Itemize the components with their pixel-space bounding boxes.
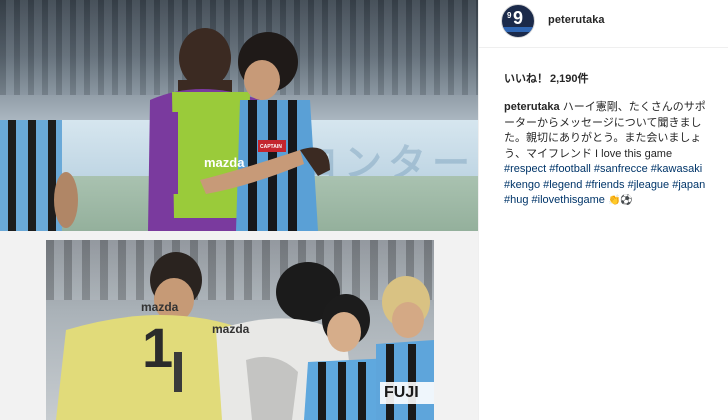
- hashtag-friends[interactable]: #friends: [585, 179, 624, 191]
- hashtag-respect[interactable]: #respect: [504, 163, 546, 175]
- hashtag-jleague[interactable]: #jleague: [628, 179, 670, 191]
- caption-username-link[interactable]: peterutaka: [504, 101, 560, 113]
- avatar[interactable]: 9 9: [501, 4, 535, 38]
- caption: peterutaka ハーイ憲剛、たくさんのサポーターからメッセージについて聞き…: [504, 100, 716, 209]
- captain-armband: CAPTAIN: [260, 144, 282, 150]
- hashtag-ilovethisgame[interactable]: #ilovethisgame: [532, 194, 605, 206]
- hashtag-kawasaki[interactable]: #kawasaki: [651, 163, 702, 175]
- username-link[interactable]: peterutaka: [548, 14, 605, 26]
- jersey-number: 1: [142, 316, 174, 379]
- hashtag-football[interactable]: #football: [549, 163, 591, 175]
- sponsor-right-label: FUJI: [384, 384, 419, 401]
- avatar-big-number: 9: [513, 8, 524, 28]
- players-hug-illustration: [0, 28, 330, 231]
- post-panel: 9 9 peterutaka いいね！ 2,190件 peterutaka ハーイ…: [478, 0, 728, 420]
- hashtag-legend[interactable]: #legend: [543, 179, 582, 191]
- post-media[interactable]: ロンターレ: [0, 0, 478, 420]
- likes-label: いいね！: [504, 73, 548, 85]
- hashtag-japan[interactable]: #japan: [672, 179, 705, 191]
- hashtag-hug[interactable]: #hug: [504, 194, 528, 206]
- photo-bottom: mazda 1 mazda FUJI: [46, 240, 434, 420]
- photo-top: ロンターレ: [0, 0, 478, 231]
- hashtag-kengo[interactable]: #kengo: [504, 179, 540, 191]
- likes-count[interactable]: いいね！ 2,190件: [504, 70, 589, 86]
- avatar-small-number: 9: [507, 11, 512, 20]
- post-header: 9 9 peterutaka: [479, 0, 728, 48]
- hashtag-sanfrecce[interactable]: #sanfrecce: [594, 163, 648, 175]
- likes-number: 2,190件: [550, 73, 589, 85]
- sponsor-left-label: mazda: [141, 300, 179, 314]
- sponsor-mid-label: mazda: [212, 322, 250, 336]
- sponsor-top-label: mazda: [204, 155, 245, 170]
- clap-football-emoji: 👏⚽: [607, 195, 633, 206]
